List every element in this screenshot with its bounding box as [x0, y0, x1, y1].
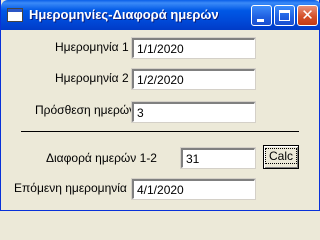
- next-date-label: Επόμενη ημερομηνία 1: [14, 181, 137, 195]
- window-title: Ημερομηνίες-Διαφορά ημερών: [29, 7, 219, 22]
- close-button[interactable]: ✕: [297, 5, 318, 26]
- app-window: Ημερομηνίες-Διαφορά ημερών ✕ Ημερομηνία …: [0, 0, 320, 211]
- date2-input[interactable]: 1/2/2020: [131, 68, 256, 90]
- add-days-input[interactable]: 3: [131, 101, 256, 123]
- minimize-icon: [257, 19, 264, 22]
- maximize-button[interactable]: [274, 5, 295, 26]
- date1-input[interactable]: 1/1/2020: [131, 37, 256, 59]
- title-bar[interactable]: Ημερομηνίες-Διαφορά ημερών ✕: [1, 0, 320, 30]
- close-icon: ✕: [301, 6, 314, 24]
- add-days-label: Πρόσθεση ημερών: [35, 103, 136, 117]
- app-window-icon[interactable]: [7, 8, 23, 22]
- separator-line: [21, 131, 299, 132]
- calc-button[interactable]: Calc: [263, 145, 299, 169]
- date2-label: Ημερομηνία 2: [55, 71, 129, 85]
- diff-label: Διαφορά ημερών 1-2: [46, 151, 157, 165]
- calc-button-label: Calc: [264, 148, 298, 164]
- minimize-button[interactable]: [251, 5, 272, 26]
- maximize-icon: [279, 10, 290, 21]
- next-date-output[interactable]: 4/1/2020: [131, 178, 256, 200]
- diff-output[interactable]: 31: [180, 147, 256, 169]
- date1-label: Ημερομηνία 1: [55, 40, 129, 54]
